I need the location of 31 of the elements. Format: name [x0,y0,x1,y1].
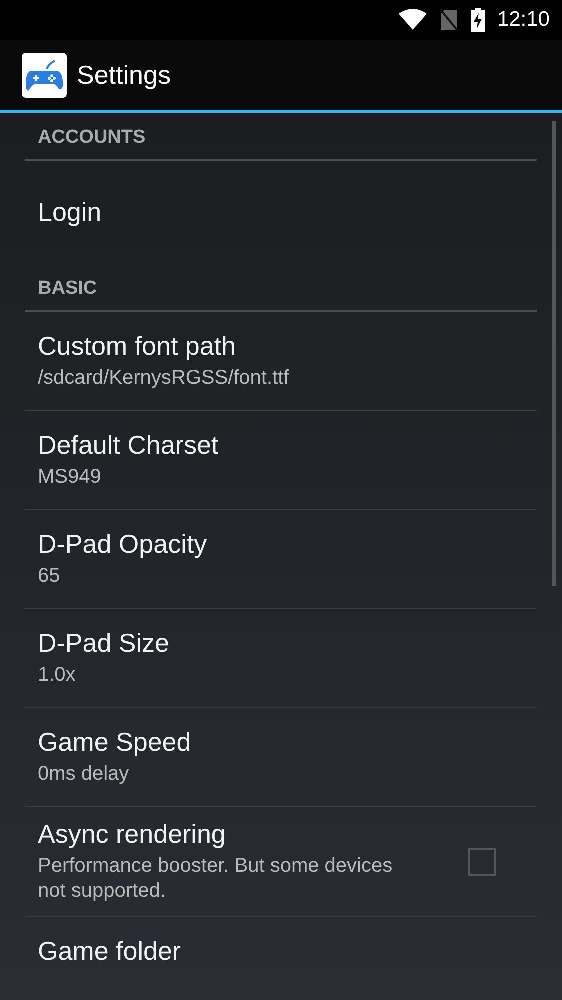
preference-title: Login [38,197,103,228]
preference-item[interactable]: Login [25,161,537,264]
preference-summary: 0ms delay [38,762,130,787]
battery-charging-icon [471,8,486,32]
preference-summary: /sdcard/KernysRGSS/font.ttf [38,366,290,391]
preference-summary: MS949 [38,465,102,490]
screen-title: Settings [77,60,171,90]
wifi-icon [399,9,428,31]
preference-title: D-Pad Opacity [38,529,208,560]
preference-summary: 1.0x [38,663,77,688]
preference-item[interactable]: D-Pad Size 1.0x [25,609,537,708]
preference-summary: 65 [38,564,62,589]
section-header: ACCOUNTS [25,113,537,161]
preference-title: Default Charset [38,430,220,461]
preference-item[interactable]: Custom font path /sdcard/KernysRGSS/font.ttf [25,312,537,411]
preference-item[interactable]: Game folder [25,917,537,986]
preference-item[interactable]: Default Charset MS949 [25,411,537,510]
section-header: BASIC [25,264,537,312]
preference-title: D-Pad Size [38,628,170,659]
gamepad-logo-icon [22,52,67,98]
preference-title: Custom font path [38,331,237,362]
preference-item[interactable]: Async rendering Performance booster. But some devices not supported. [25,807,537,917]
preference-item[interactable]: Game Speed 0ms delay [25,708,537,807]
preference-title: Game folder [38,936,182,967]
preference-item[interactable]: D-Pad Opacity 65 [25,510,537,609]
checkbox[interactable] [468,848,496,876]
no-sim-icon [439,8,460,32]
preference-title: Async rendering [38,819,227,850]
preference-title: Game Speed [38,727,192,758]
clock: 12:10 [497,8,550,32]
preference-summary: Performance booster. But some devices not supported. [38,854,394,904]
